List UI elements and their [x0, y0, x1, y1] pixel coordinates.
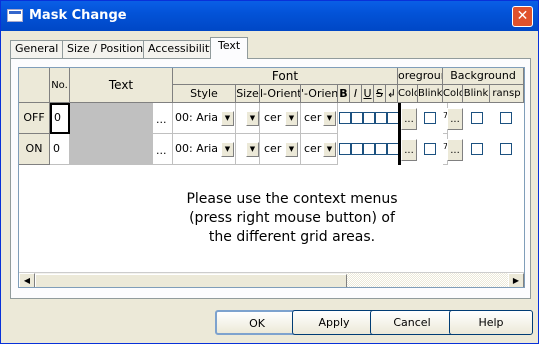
col-header-style[interactable]: Style [173, 85, 236, 103]
apply-button[interactable]: Apply [292, 310, 376, 335]
ok-button[interactable]: OK [215, 310, 299, 335]
row-on-no[interactable]: 0 [50, 134, 70, 165]
row-off-bg-transp-checkbox[interactable] [500, 112, 512, 124]
col-header-font[interactable]: Font [173, 68, 398, 85]
row-on-italic-checkbox[interactable] [351, 143, 363, 155]
scroll-left-icon[interactable]: ◀ [19, 273, 35, 287]
col-header-wrap[interactable]: ↲ [386, 85, 398, 103]
row-on-font-style-chevron-down-icon[interactable]: ▼ [221, 142, 234, 157]
row-off-strike-checkbox[interactable] [375, 112, 387, 124]
row-off-fg-color-button[interactable]: ... [401, 108, 417, 130]
corner-header[interactable] [19, 68, 50, 103]
row-on-text-edit-button[interactable]: ... [153, 134, 173, 165]
tab-general[interactable]: General [10, 40, 64, 58]
row-on-text-cell[interactable] [70, 134, 153, 165]
hint-line-1: Please use the context menus [186, 191, 398, 207]
row-on-font-style-value: 00: Aria [175, 142, 219, 155]
hint-line-2: (press right mouse button) of [189, 210, 395, 226]
row-off-size-chevron-down-icon[interactable]: ▼ [246, 111, 259, 126]
row-off-bold-checkbox[interactable] [339, 112, 351, 124]
row-on-bg-transp-checkbox[interactable] [500, 143, 512, 155]
col-header-fg-color[interactable]: Colo [398, 85, 418, 103]
row-off-no[interactable]: 0 [50, 103, 70, 134]
col-header-bg-blink[interactable]: Blink [463, 85, 490, 103]
row-on-bg-blink-checkbox[interactable] [471, 143, 483, 155]
row-off-italic-checkbox[interactable] [351, 112, 363, 124]
row-off-bg-blink-checkbox[interactable] [471, 112, 483, 124]
col-header-bg-color[interactable]: Colo [443, 85, 463, 103]
row-on-fg-color-button[interactable]: ... [401, 139, 417, 161]
row-off-text-cell[interactable] [70, 103, 153, 134]
row-off-v-orient-value: cer [304, 111, 322, 124]
col-header-no[interactable]: No. [50, 68, 70, 103]
col-header-background[interactable]: Background [443, 68, 524, 85]
col-header-fg-blink[interactable]: Blink [418, 85, 443, 103]
close-icon[interactable]: ✕ [512, 6, 533, 27]
col-header-size[interactable]: Size [236, 85, 260, 103]
col-header-v-orient[interactable]: '-Orient [301, 85, 338, 103]
row-on-h-orient-chevron-down-icon[interactable]: ▼ [285, 142, 298, 157]
col-header-bold[interactable]: B [338, 85, 350, 103]
row-off-font-style-value: 00: Aria [175, 111, 219, 124]
tab-panel-text: No. Text Font oregrour Background Style … [10, 58, 531, 299]
help-button[interactable]: Help [449, 310, 533, 335]
col-header-text[interactable]: Text [70, 68, 173, 103]
hint-line-3: the different grid areas. [208, 229, 376, 245]
horizontal-scrollbar[interactable]: ◀ ▶ [19, 272, 524, 287]
row-on-underline-checkbox[interactable] [363, 143, 375, 155]
col-header-foreground[interactable]: oregrour [398, 68, 443, 85]
row-on-bold-checkbox[interactable] [339, 143, 351, 155]
row-off-v-orient-chevron-down-icon[interactable]: ▼ [323, 111, 336, 126]
row-off-fg-blink-checkbox[interactable] [424, 112, 436, 124]
text-grid[interactable]: No. Text Font oregrour Background Style … [18, 67, 525, 288]
context-menu-hint: Please use the context menus (press righ… [167, 190, 417, 247]
col-header-italic[interactable]: I [350, 85, 362, 103]
cancel-button[interactable]: Cancel [370, 310, 454, 335]
mask-change-dialog: Mask Change ✕ General Size / Position Ac… [0, 0, 539, 344]
title-bar: Mask Change ✕ [1, 1, 538, 31]
row-on-fg-blink-checkbox[interactable] [424, 143, 436, 155]
row-off-h-orient-chevron-down-icon[interactable]: ▼ [285, 111, 298, 126]
row-on-bg-color-button[interactable]: ... [447, 139, 463, 161]
scroll-thumb[interactable] [35, 274, 347, 287]
scroll-right-icon[interactable]: ▶ [508, 273, 524, 287]
window-icon [7, 9, 23, 22]
col-header-h-orient[interactable]: l-Orient [260, 85, 301, 103]
col-header-underline[interactable]: U [362, 85, 374, 103]
row-off-text-edit-button[interactable]: ... [153, 103, 173, 134]
row-on-h-orient-value: cer [264, 142, 282, 155]
scroll-track[interactable] [347, 273, 508, 287]
row-off-font-style-chevron-down-icon[interactable]: ▼ [221, 111, 234, 126]
row-on-size-chevron-down-icon[interactable]: ▼ [246, 142, 259, 157]
tab-size-position[interactable]: Size / Position [62, 40, 149, 58]
row-on-v-orient-chevron-down-icon[interactable]: ▼ [323, 142, 336, 157]
row-off-h-orient-value: cer [264, 111, 282, 124]
row-off-bg-color-button[interactable]: ... [447, 108, 463, 130]
col-header-strike[interactable]: S [374, 85, 386, 103]
tab-text[interactable]: Text [210, 37, 249, 59]
row-on-v-orient-value: cer [304, 142, 322, 155]
row-header-on[interactable]: ON [19, 134, 50, 165]
row-on-strike-checkbox[interactable] [375, 143, 387, 155]
row-header-off[interactable]: OFF [19, 103, 50, 134]
row-off-underline-checkbox[interactable] [363, 112, 375, 124]
window-title: Mask Change [29, 8, 127, 23]
col-header-bg-transp[interactable]: ransp [490, 85, 524, 103]
